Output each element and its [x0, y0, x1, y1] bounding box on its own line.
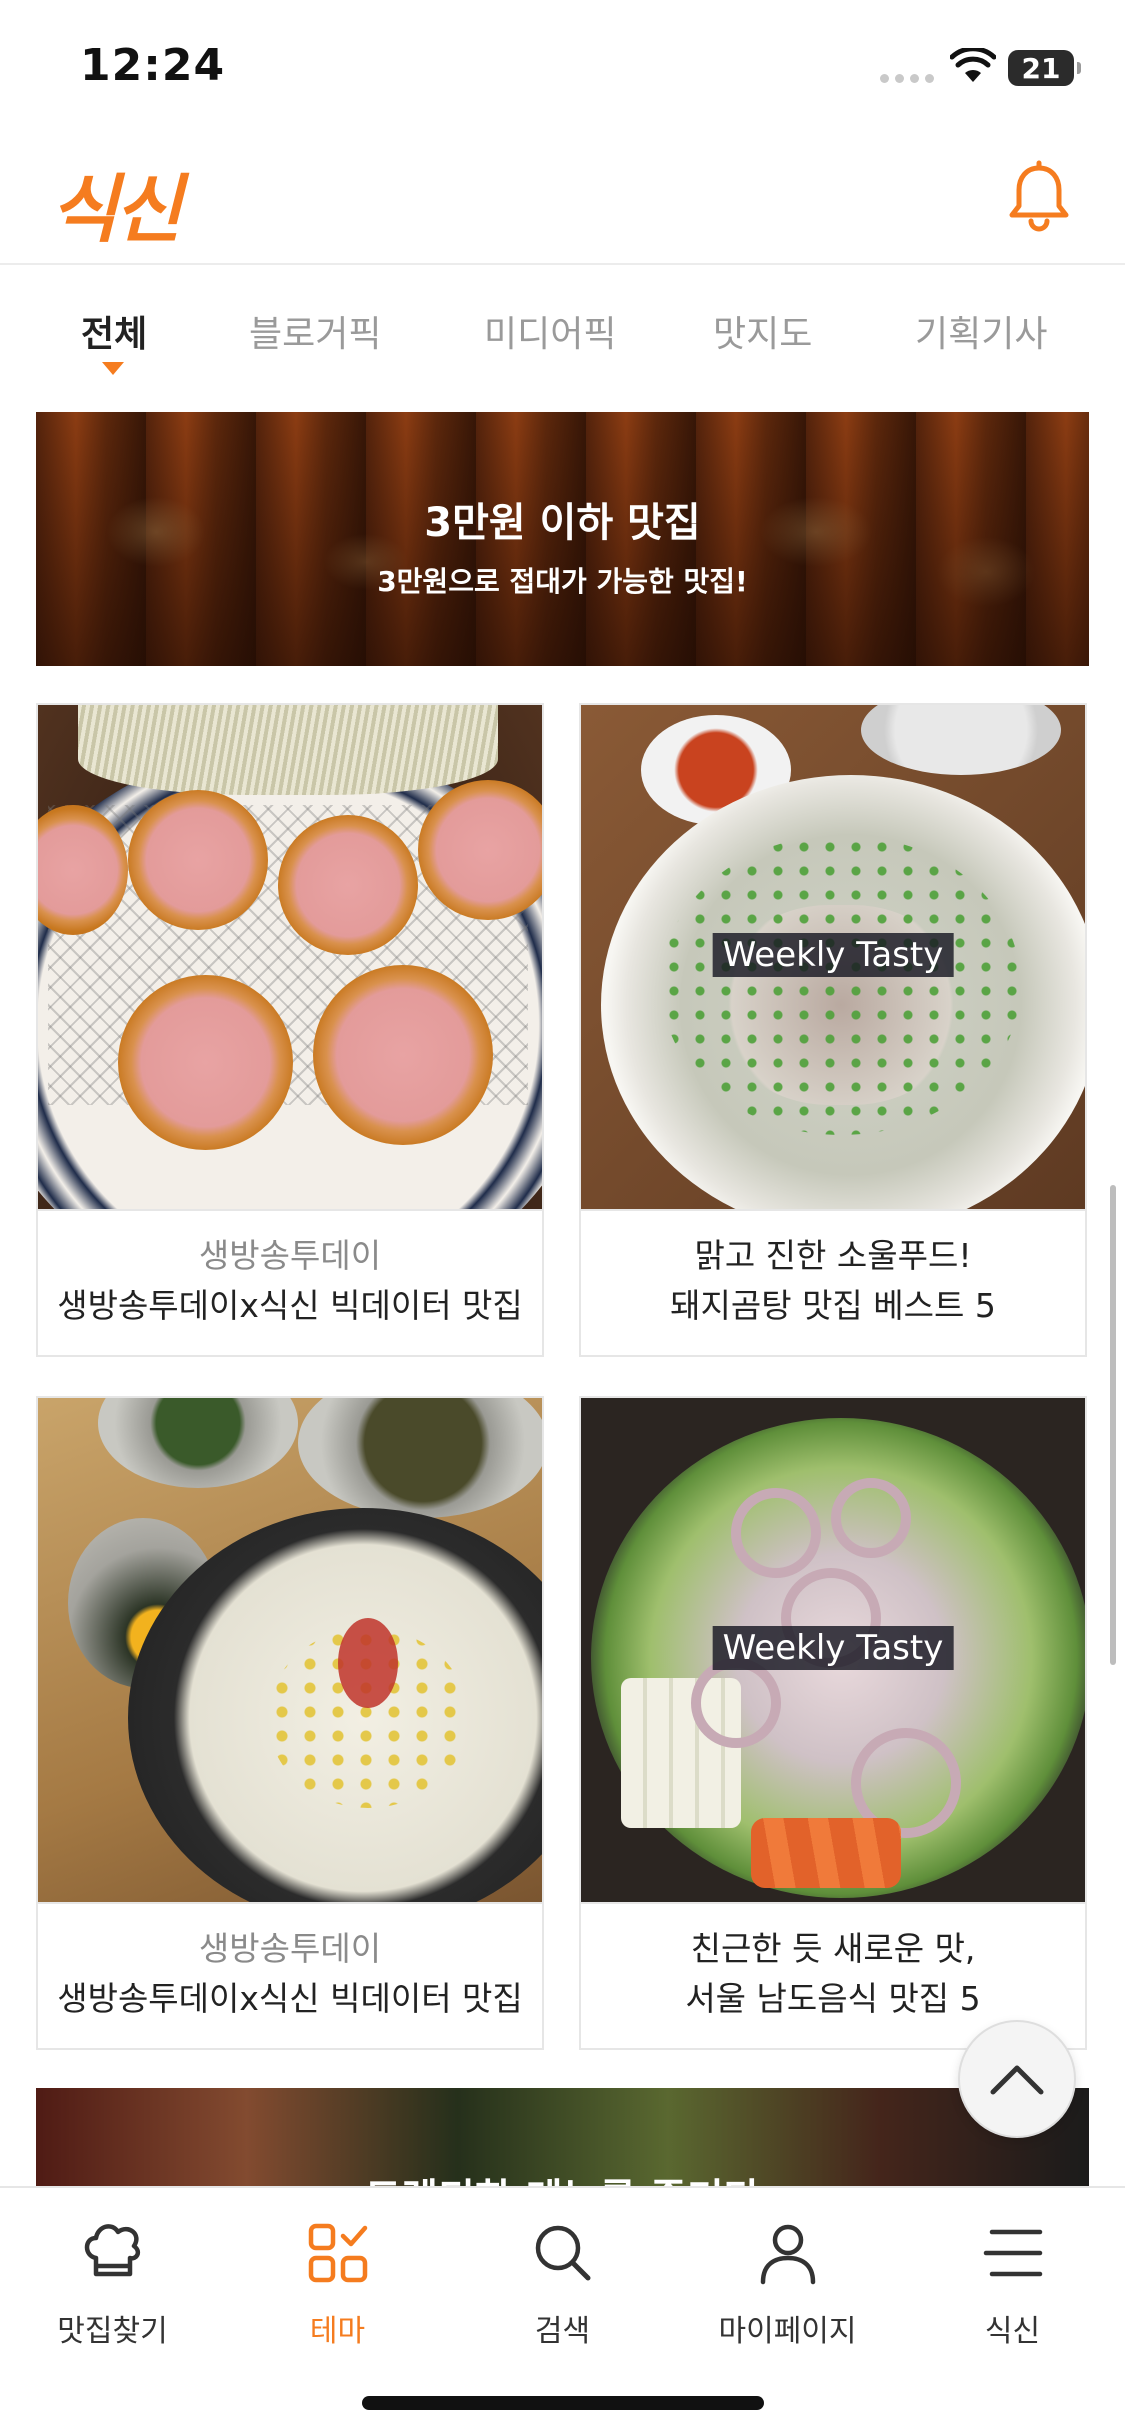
chevron-up-icon — [990, 2065, 1044, 2095]
nav-label: 맛집찾기 — [57, 2314, 168, 2349]
tab-features[interactable]: 기획기사 — [915, 305, 1047, 357]
tab-media-pick[interactable]: 미디어픽 — [484, 305, 616, 357]
card-title-line1: 친근한 듯 새로운 맛, — [690, 1929, 976, 1968]
banner-title: 트렌디한 메뉴를 즐기다 — [36, 2166, 1089, 2188]
app-header: 식신 — [0, 130, 1125, 265]
card-title-line2: 서울 남도음식 맛집 5 — [685, 1979, 981, 2018]
menu-icon — [983, 2229, 1042, 2277]
nav-label: 테마 — [309, 2314, 366, 2349]
card-image-octopus-hotpot: Weekly Tasty — [581, 1398, 1085, 1902]
search-icon — [535, 2225, 590, 2281]
card-title-line2: 돼지곰탕 맛집 베스트 5 — [670, 1286, 996, 1325]
active-tab-indicator — [102, 362, 124, 375]
nav-label: 식신 — [984, 2314, 1041, 2349]
card-image-tonkatsu — [38, 705, 542, 1209]
theme-card[interactable]: 생방송투데이 생방송투데이x식신 빅데이터 맛집 — [36, 703, 544, 1357]
scroll-to-top-button[interactable] — [958, 2020, 1076, 2138]
theme-banner[interactable]: 트렌디한 메뉴를 즐기다 — [36, 2088, 1089, 2188]
card-source: 생방송투데이 — [198, 1929, 382, 1968]
scrollbar[interactable] — [1110, 1185, 1116, 1665]
cellular-signal-icon — [880, 74, 934, 83]
nav-label: 검색 — [534, 2314, 591, 2349]
card-title-line1: 맑고 진한 소울푸드! — [694, 1236, 972, 1275]
nav-label: 마이페이지 — [718, 2314, 857, 2349]
card-caption: 생방송투데이 생방송투데이x식신 빅데이터 맛집 — [38, 1209, 542, 1355]
tab-food-map[interactable]: 맛지도 — [713, 305, 812, 357]
nav-item-search[interactable]: 검색 — [450, 2218, 675, 2358]
theme-banner[interactable]: 3만원 이하 맛집 3만원으로 접대가 가능한 맛집! — [36, 412, 1089, 666]
theme-card[interactable]: Weekly Tasty 친근한 듯 새로운 맛, 서울 남도음식 맛집 5 — [579, 1396, 1087, 2050]
chef-hat-icon — [84, 2224, 140, 2277]
battery-icon: 21 — [1008, 50, 1081, 86]
category-tabs: 전체 블로거픽 미디어픽 맛지도 기획기사 — [0, 267, 1125, 397]
person-icon — [760, 2224, 815, 2285]
card-title: 생방송투데이x식신 빅데이터 맛집 — [57, 1979, 523, 2018]
banner-subtitle: 3만원으로 접대가 가능한 맛집! — [377, 565, 748, 598]
card-caption: 생방송투데이 생방송투데이x식신 빅데이터 맛집 — [38, 1902, 542, 2048]
tab-blogger-pick[interactable]: 블로거픽 — [249, 305, 381, 357]
card-image-pork-soup: Weekly Tasty — [581, 705, 1085, 1209]
card-caption: 맑고 진한 소울푸드! 돼지곰탕 맛집 베스트 5 — [581, 1209, 1085, 1355]
status-bar: 12:24 21 — [0, 0, 1125, 130]
card-image-bean-sprout-soup — [38, 1398, 542, 1902]
battery-level: 21 — [1021, 51, 1061, 85]
nav-item-menu[interactable]: 식신 — [900, 2218, 1125, 2358]
bell-icon[interactable] — [1004, 160, 1074, 232]
banner-title: 3만원 이하 맛집 — [424, 500, 701, 546]
card-title: 생방송투데이x식신 빅데이터 맛집 — [57, 1286, 523, 1325]
weekly-tasty-badge: Weekly Tasty — [712, 933, 954, 977]
theme-card[interactable]: Weekly Tasty 맑고 진한 소울푸드! 돼지곰탕 맛집 베스트 5 — [579, 703, 1087, 1357]
nav-item-my-page[interactable]: 마이페이지 — [675, 2218, 900, 2358]
weekly-tasty-badge: Weekly Tasty — [712, 1626, 954, 1670]
tab-all[interactable]: 전체 — [81, 305, 147, 357]
app-logo[interactable]: 식신 — [50, 150, 182, 257]
home-indicator[interactable] — [362, 2396, 764, 2410]
nav-item-find-restaurants[interactable]: 맛집찾기 — [0, 2218, 225, 2358]
card-source: 생방송투데이 — [198, 1236, 382, 1275]
nav-item-theme[interactable]: 테마 — [225, 2218, 450, 2358]
theme-card[interactable]: 생방송투데이 생방송투데이x식신 빅데이터 맛집 — [36, 1396, 544, 2050]
theme-grid-icon — [308, 2223, 367, 2283]
status-time: 12:24 — [80, 40, 226, 91]
wifi-icon — [950, 48, 996, 82]
